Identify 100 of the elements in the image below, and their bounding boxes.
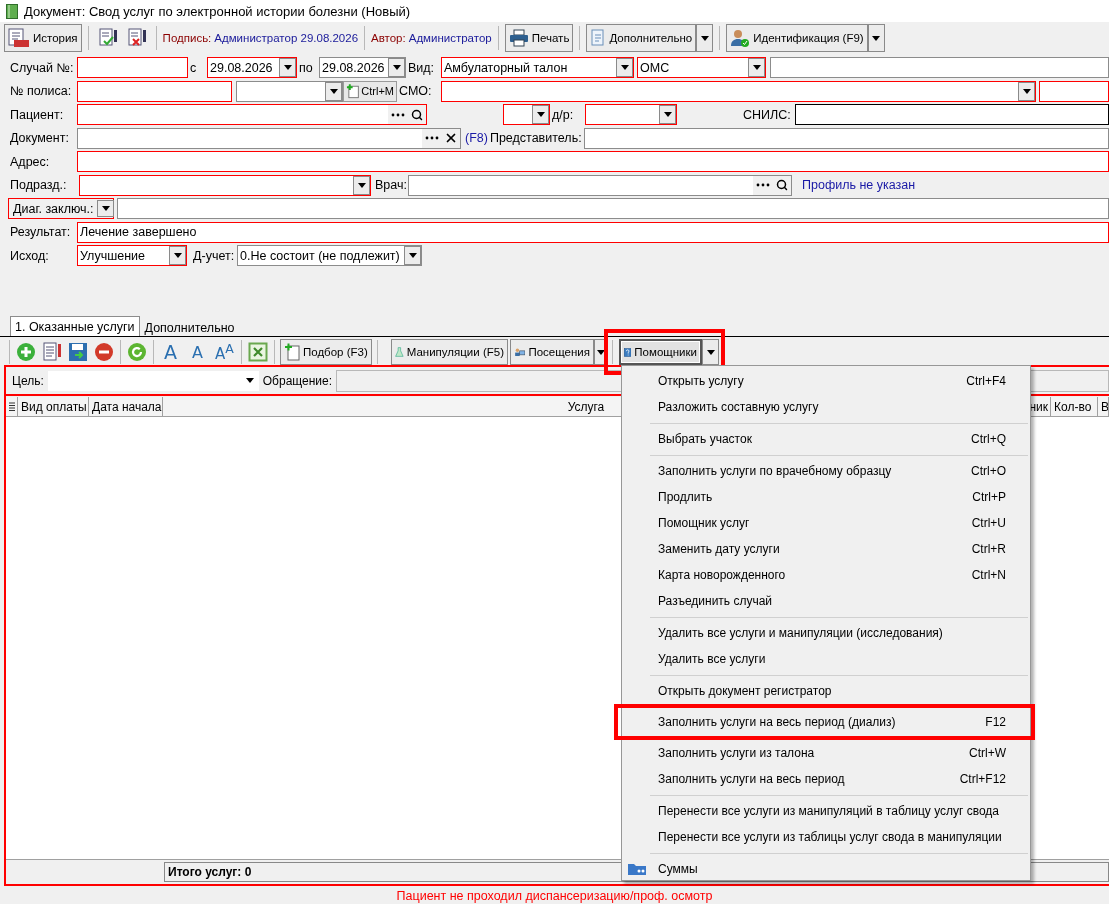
dropdown-button[interactable] [169, 246, 186, 265]
toolbar-button[interactable]: Помощники [619, 339, 702, 365]
dropdown-button[interactable] [279, 58, 296, 77]
input-field[interactable] [77, 151, 1109, 172]
input-field[interactable] [1039, 80, 1109, 102]
more-button[interactable] [753, 175, 772, 195]
search-button[interactable] [407, 105, 426, 124]
lookup-field[interactable] [408, 174, 792, 196]
dropdown-button[interactable] [97, 200, 114, 217]
clear-button[interactable] [441, 128, 460, 148]
input-field[interactable] [77, 57, 188, 78]
field-label: Представитель: [488, 131, 583, 145]
dropdown-button[interactable] [404, 246, 421, 265]
menu-item[interactable]: Разъединить случай [622, 588, 1030, 614]
combo-box[interactable] [79, 174, 371, 196]
search-button[interactable] [772, 175, 791, 195]
field-label: Д-учет: [192, 248, 236, 263]
field-label: Результат: [9, 225, 72, 239]
menu-item[interactable]: Карта новорожденного Ctrl+N [622, 562, 1030, 588]
save-icon [68, 342, 88, 362]
plus-icon [16, 342, 36, 362]
input-field[interactable] [795, 104, 1109, 125]
menu-item[interactable]: Выбрать участок Ctrl+Q [622, 426, 1030, 452]
more-button[interactable] [422, 128, 441, 148]
list-icon [9, 401, 15, 412]
dropdown-button[interactable] [388, 58, 405, 77]
menu-item[interactable]: Помощник услуг Ctrl+U [622, 510, 1030, 536]
tab[interactable]: Дополнительно [139, 318, 240, 336]
field-value: Лечение завершено [79, 225, 198, 239]
link[interactable]: Профиль не указан [802, 178, 916, 192]
more-button[interactable]: Дополнительно [586, 24, 697, 52]
menu-item[interactable]: Заполнить услуги по врачебному образцу Ctrl+O [622, 458, 1030, 484]
menu-item[interactable]: Перенести все услуги из манипуляций в таблицу услуг свода [622, 798, 1030, 824]
document-check-icon [97, 28, 118, 48]
combo-box[interactable]: 29.08.2026 [319, 57, 406, 78]
menu-item[interactable]: Заполнить услуги на весь период Ctrl+F12 [622, 766, 1030, 792]
menu-item[interactable]: Удалить все услуги и манипуляции (исследования) [622, 620, 1030, 646]
dropdown-button[interactable] [1018, 81, 1035, 101]
refresh-icon [127, 342, 147, 362]
diagnosis-selector[interactable]: Диаг. заключ.: [8, 198, 114, 219]
input-field[interactable] [77, 80, 232, 102]
combo-box[interactable] [441, 80, 1036, 102]
column-menu-button[interactable] [6, 397, 18, 416]
dropdown-button[interactable] [696, 24, 714, 52]
menu-item[interactable]: Открыть документ регистратор [622, 678, 1030, 704]
font-size-button[interactable]: A [157, 339, 184, 365]
combo-box[interactable]: Амбулаторный талон [441, 57, 634, 78]
menu-item[interactable]: Продлить Ctrl+P [622, 484, 1030, 510]
toolbar-button[interactable]: Подбор (F3) [280, 339, 372, 365]
menu-item[interactable]: Открыть услугу Ctrl+F4 [622, 368, 1030, 394]
document-icon [590, 29, 607, 47]
menu-item[interactable]: Заменить дату услуги Ctrl+R [622, 536, 1030, 562]
font-size-button[interactable]: A$^{A}$ [211, 339, 238, 365]
combo-box[interactable]: 0.Не состоит (не подлежит) [237, 245, 422, 266]
signature-label: Подпись: [162, 32, 212, 44]
column-header[interactable]: Дата начала [89, 397, 163, 416]
column-header[interactable]: Кол-во [1051, 397, 1098, 416]
link[interactable]: (F8) [465, 131, 488, 145]
field-label: Случай №: [9, 60, 75, 75]
field-label: СНИЛС: [742, 107, 792, 122]
menu-item[interactable]: Заполнить услуги из талона Ctrl+W [622, 740, 1030, 766]
field-label: Обращение: [262, 373, 333, 388]
identify-button[interactable]: Идентификация (F9) [726, 24, 868, 52]
menu-item[interactable]: Удалить все услуги [622, 646, 1030, 672]
dropdown-button[interactable] [659, 105, 676, 124]
field-value: Амбулаторный талон [443, 60, 569, 75]
print-button[interactable]: Печать [504, 24, 574, 52]
input-field[interactable] [583, 127, 1109, 149]
combo-box[interactable]: 29.08.2026 [207, 57, 297, 78]
input-field[interactable]: Лечение завершено [77, 221, 1109, 243]
input-field[interactable] [770, 57, 1109, 78]
field-value: Улучшение [79, 248, 146, 263]
dropdown-button[interactable] [748, 58, 765, 77]
combo-box[interactable]: Улучшение [77, 245, 187, 266]
menu-item[interactable]: Перенести все услуги из таблицы услуг свода в манипуляции [622, 824, 1030, 850]
lookup-field[interactable] [77, 104, 427, 125]
column-header[interactable]: В [1098, 397, 1109, 416]
combo-box[interactable] [585, 104, 677, 125]
document-cross-icon [126, 28, 147, 48]
more-button[interactable] [388, 105, 407, 124]
field-label: Диаг. заключ.: [12, 201, 95, 216]
field-label: по [298, 60, 314, 75]
lookup-field[interactable] [77, 127, 461, 149]
combo-box[interactable]: ОМС [637, 57, 766, 78]
add-button[interactable]: Ctrl+M [343, 80, 397, 102]
toolbar-button[interactable]: Посещения [510, 339, 594, 365]
dropdown-button[interactable] [702, 339, 719, 365]
dropdown-button[interactable] [532, 105, 549, 124]
dropdown-button[interactable] [353, 175, 370, 195]
field-value: ОМС [639, 60, 671, 75]
dropdown-button[interactable] [616, 58, 633, 77]
column-header[interactable]: Вид оплаты [18, 397, 89, 416]
tab[interactable]: 1. Оказанные услуги [10, 316, 140, 336]
toolbar-button[interactable]: Манипуляции (F5) [391, 339, 508, 365]
font-size-button[interactable]: A [184, 339, 211, 365]
input-field[interactable] [117, 198, 1109, 219]
dropdown-button[interactable] [325, 81, 342, 101]
menu-item[interactable]: Заполнить услуги на весь период (диализ) F12 [614, 704, 1035, 740]
history-button[interactable]: История [4, 24, 82, 52]
combo-box[interactable] [503, 104, 550, 125]
